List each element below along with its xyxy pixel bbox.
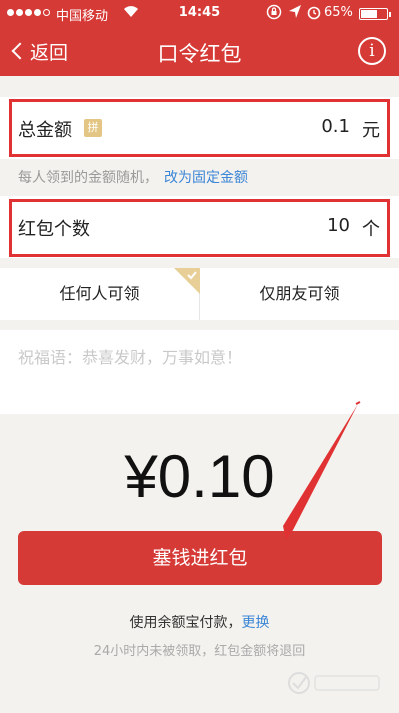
fixed-amount-link[interactable]: 改为固定金额 xyxy=(164,170,248,186)
total-amount-display: ¥0.10 xyxy=(124,443,275,510)
amount-hint-text: 每人领到的金额随机， xyxy=(18,170,158,186)
blessing-placeholder: 祝福语：恭喜发财，万事如意！ xyxy=(18,348,243,367)
tab-anyone[interactable]: 任何人可领 xyxy=(0,268,199,320)
blessing-field[interactable]: 祝福语：恭喜发财，万事如意！ xyxy=(0,330,399,414)
info-button[interactable]: i xyxy=(358,37,386,65)
page-title: 口令红包 xyxy=(157,42,242,66)
battery-icon xyxy=(359,8,391,20)
selected-check-icon xyxy=(174,268,200,294)
info-icon: i xyxy=(369,41,375,61)
tab-friends-only[interactable]: 仅朋友可领 xyxy=(200,268,399,320)
nav-bar: 返回 口令红包 i xyxy=(0,26,399,76)
location-icon xyxy=(288,4,302,24)
highlight-packet-count xyxy=(9,199,390,257)
status-bar: 中国移动 14:45 65% xyxy=(0,0,399,26)
payment-method-text: 使用余额宝付款， xyxy=(129,615,242,631)
lock-rotation-icon xyxy=(266,4,282,24)
amount-hint: 每人领到的金额随机， 改为固定金额 xyxy=(18,167,248,187)
highlight-total-amount xyxy=(9,99,390,157)
alarm-icon xyxy=(306,4,322,24)
refund-note: 24小时内未被领取，红包金额将退回 xyxy=(93,644,306,659)
put-money-button[interactable]: 塞钱进红包 xyxy=(18,531,382,585)
change-payment-link[interactable]: 更换 xyxy=(242,615,270,631)
watermark-logo xyxy=(287,668,387,703)
battery-percent: 65% xyxy=(324,5,353,20)
payment-method: 使用余额宝付款，更换 xyxy=(0,612,399,632)
